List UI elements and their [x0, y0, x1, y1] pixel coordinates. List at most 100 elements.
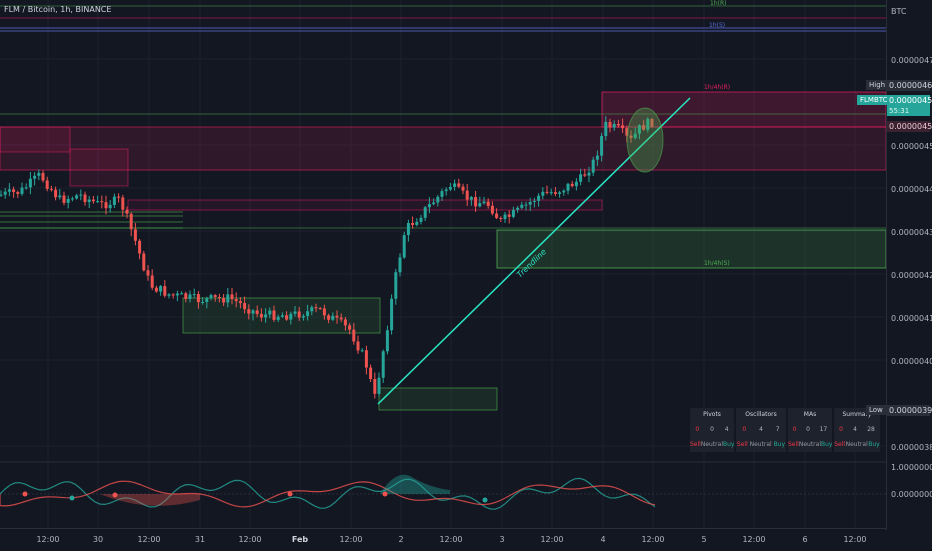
ta-buy-count: 7 [775, 426, 780, 433]
candle-body [394, 272, 398, 299]
ta-neutral-count: 4 [759, 426, 763, 433]
time-axis[interactable]: 12:00 30 12:00 31 12:00 Feb 12:00 2 12:0… [0, 528, 886, 551]
ta-neutral-label: Neutral [798, 441, 821, 448]
candle-body [398, 257, 402, 273]
candle-body [423, 207, 427, 218]
candle-body [503, 214, 507, 219]
candle-body [419, 217, 423, 222]
candle-body [276, 316, 280, 320]
candle-body [226, 294, 230, 303]
ta-neutral-count: 0 [806, 426, 810, 433]
resistance-box [0, 126, 71, 153]
ta-neutral-label: Neutral [845, 441, 868, 448]
candle-body [507, 214, 511, 217]
candle-body [616, 123, 620, 126]
candle-body [360, 350, 364, 352]
last-price: 0.00000458 [887, 95, 932, 106]
time-tick: 30 [92, 535, 104, 544]
candle-body [385, 330, 389, 352]
candle-body [579, 174, 583, 182]
candle-body [516, 207, 520, 210]
ta-sell-count: 0 [695, 426, 700, 433]
candle-body [415, 221, 419, 225]
ta-col-title: Oscillators [745, 411, 777, 418]
ta-neutral-count: 0 [710, 426, 714, 433]
candle-body [381, 351, 385, 378]
candle-body [171, 294, 175, 296]
candle-body [66, 198, 70, 203]
candle-body [306, 311, 310, 317]
candle-body [499, 218, 503, 220]
candle-body [528, 201, 532, 205]
resistance-zone [0, 126, 887, 171]
candle-body [100, 201, 104, 203]
candle-body [12, 189, 16, 193]
candle-body [289, 313, 293, 320]
zone-label-res: 1h/4h(R) [704, 84, 730, 91]
candle-body [369, 367, 373, 380]
oscillator-fill [380, 474, 450, 494]
candle-body [348, 325, 352, 330]
candle-body [373, 379, 377, 394]
candle-body [444, 189, 448, 192]
candle-body [545, 191, 549, 193]
candle-body [621, 125, 625, 129]
candle-body [112, 196, 116, 205]
candle-body [587, 172, 591, 176]
time-tick: 12:00 [742, 535, 766, 544]
candle-body [285, 315, 289, 320]
candle-body [0, 194, 3, 196]
level-label: 0.00000455 [887, 121, 932, 132]
resistance-box [69, 148, 129, 187]
candle-body [482, 201, 486, 204]
candle-body [432, 202, 436, 205]
candle-body [436, 196, 440, 203]
ta-sell-count: 0 [839, 426, 843, 433]
candle-body [7, 189, 11, 192]
price-tick: 0.00000470 [891, 56, 932, 65]
candle-body [192, 294, 196, 296]
price-tick: 0.00000430 [891, 228, 932, 237]
candle-body [167, 294, 171, 296]
candle-body [70, 198, 74, 200]
candle-body [16, 192, 20, 194]
candle-body [453, 183, 457, 187]
candle-body [532, 200, 536, 202]
ta-col-mas: MAs 0 0 17 Sell Neutral Buy [788, 408, 832, 452]
candle-body [469, 197, 473, 200]
candle-body [339, 317, 343, 320]
candle-body [364, 350, 368, 368]
time-tick: 12:00 [641, 535, 665, 544]
candle-body [608, 121, 612, 128]
time-tick: 2 [398, 535, 404, 544]
time-tick: 4 [600, 535, 606, 544]
candle-body [49, 188, 53, 190]
candle-body [142, 253, 146, 271]
zone-label-top-s: 1h(S) [709, 22, 725, 29]
price-chart[interactable]: 1h(R) 1h(S) 1h/4h(R) 1h/4h(S) Trendline FLM … [0, 0, 887, 530]
candle-body [188, 294, 192, 299]
candle-body [217, 297, 221, 299]
high-value: 0.00000463 [887, 80, 932, 91]
time-tick: 12:00 [339, 535, 363, 544]
support-zone-4h [496, 229, 887, 269]
candle-body [41, 172, 45, 181]
candle-body [352, 329, 356, 342]
candle-body [91, 199, 95, 202]
candle-body [222, 298, 226, 303]
candle-body [20, 187, 24, 194]
candle-body [75, 195, 79, 199]
candle-body [524, 204, 528, 206]
candle-body [511, 209, 515, 217]
candle-body [28, 178, 32, 188]
candle-body [264, 314, 268, 318]
candle-body [440, 191, 444, 197]
highlight-circle [626, 107, 664, 173]
time-tick: 5 [701, 535, 707, 544]
candle-body [570, 183, 574, 187]
candle-body [150, 275, 154, 288]
ta-col-title: MAs [803, 411, 817, 418]
osc-tick: 0.00000000 [891, 490, 932, 499]
candle-body [159, 286, 163, 292]
candle-body [411, 223, 415, 225]
